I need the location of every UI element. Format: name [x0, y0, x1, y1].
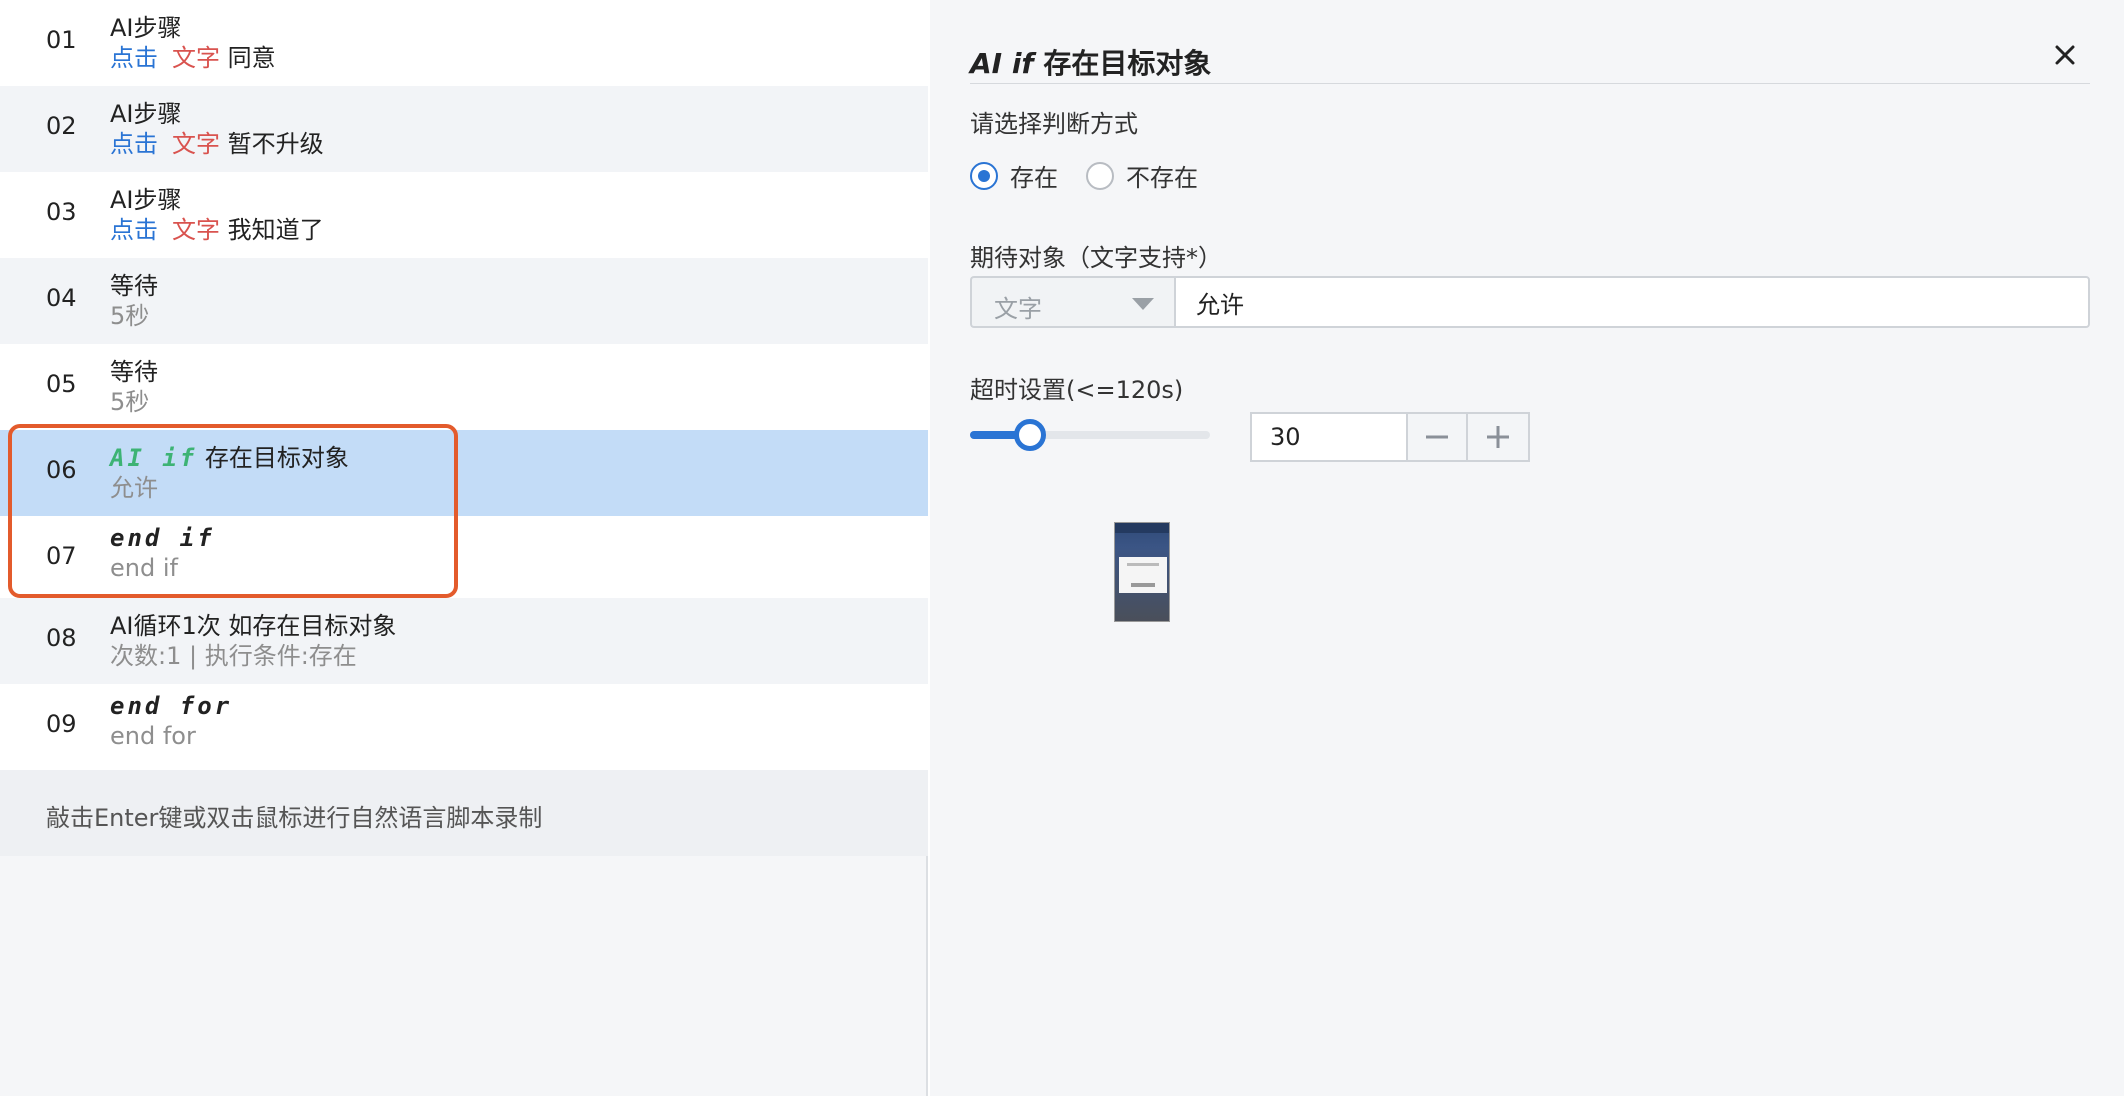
panel-title-text: 存在目标对象 [1043, 47, 1212, 80]
app-root: 01 AI步骤 点击 文字 同意 02 AI步骤 点击 文字 暂不升级 03 AI步… [0, 0, 2124, 1096]
step-detail: 点击 文字 我知道了 [110, 210, 324, 245]
step-target: 暂不升级 [227, 130, 324, 158]
step-number: 06 [46, 456, 77, 484]
record-hint-text: 敲击Enter键或双击鼠标进行自然语言脚本录制 [46, 804, 543, 832]
step-row-07[interactable]: 07 end if end if [0, 516, 928, 602]
radio-not-exists-circle [1086, 161, 1114, 190]
step-keyword: end for [110, 692, 233, 720]
step-action: 点击 [110, 44, 158, 72]
step-detail: end if [110, 554, 178, 582]
close-button[interactable] [2050, 40, 2080, 70]
step-number: 07 [46, 542, 77, 570]
step-number: 05 [46, 370, 77, 398]
expect-object-label: 期待对象（文字支持*） [970, 244, 1222, 272]
step-title-text: 存在目标对象 [204, 444, 349, 472]
step-row-09[interactable]: 09 end for end for [0, 684, 928, 770]
radio-not-exists[interactable]: 不存在 [1086, 158, 1198, 193]
step-detail: 点击 文字 暂不升级 [110, 124, 324, 159]
radio-exists[interactable]: 存在 [970, 158, 1058, 193]
step-target-type: 文字 [172, 44, 220, 72]
step-number: 02 [46, 112, 77, 140]
step-list-panel: 01 AI步骤 点击 文字 同意 02 AI步骤 点击 文字 暂不升级 03 AI步… [0, 0, 928, 1096]
properties-panel: AI if 存在目标对象 请选择判断方式 存在 不存在 期待对象（文字支持*） … [930, 0, 2124, 1096]
step-detail: end for [110, 722, 196, 750]
step-row-02[interactable]: 02 AI步骤 点击 文字 暂不升级 [0, 86, 928, 172]
target-type-value: 文字 [994, 295, 1042, 323]
thumbnail-dialog [1119, 557, 1167, 593]
step-detail: 允许 [110, 474, 158, 502]
target-type-select[interactable]: 文字 [970, 276, 1174, 328]
timeout-slider[interactable] [970, 419, 1210, 451]
thumbnail-status-bar [1115, 523, 1169, 533]
minus-icon [1426, 435, 1448, 439]
timeout-input[interactable] [1250, 412, 1406, 462]
record-hint-row[interactable]: 敲击Enter键或双击鼠标进行自然语言脚本录制 [0, 770, 928, 856]
radio-exists-label: 存在 [1010, 164, 1058, 192]
step-action: 点击 [110, 130, 158, 158]
step-row-05[interactable]: 05 等待 5秒 [0, 344, 928, 430]
step-number: 03 [46, 198, 77, 226]
step-target: 我知道了 [227, 216, 324, 244]
increment-button[interactable] [1468, 412, 1530, 462]
step-keyword: end if [110, 524, 215, 552]
radio-exists-circle [970, 161, 998, 190]
panel-title: AI if 存在目标对象 [970, 42, 1211, 82]
step-row-04[interactable]: 04 等待 5秒 [0, 258, 928, 344]
timeout-label: 超时设置(<=120s) [970, 376, 1184, 404]
step-target: 同意 [227, 44, 276, 72]
target-screenshot-thumbnail[interactable] [1114, 522, 1170, 622]
step-row-08[interactable]: 08 AI循环1次 如存在目标对象 次数:1 | 执行条件:存在 [0, 598, 928, 684]
step-target-type: 文字 [172, 216, 220, 244]
step-detail: 5秒 [110, 388, 150, 416]
step-detail: 5秒 [110, 302, 150, 330]
panel-header: AI if 存在目标对象 [970, 40, 2090, 84]
judge-mode-label: 请选择判断方式 [970, 110, 1138, 138]
step-number: 08 [46, 624, 77, 652]
step-action: 点击 [110, 216, 158, 244]
radio-not-exists-label: 不存在 [1126, 164, 1198, 192]
close-icon [2055, 45, 2075, 65]
decrement-button[interactable] [1406, 412, 1468, 462]
step-number: 04 [46, 284, 77, 312]
step-row-06[interactable]: 06 AI if 存在目标对象 允许 [0, 430, 928, 516]
step-number: 01 [46, 26, 77, 54]
expect-object-input[interactable] [1174, 276, 2090, 328]
caret-down-icon [1132, 298, 1154, 310]
step-number: 09 [46, 710, 77, 738]
step-row-03[interactable]: 03 AI步骤 点击 文字 我知道了 [0, 172, 928, 258]
step-detail: 次数:1 | 执行条件:存在 [110, 642, 357, 670]
step-detail: 点击 文字 同意 [110, 38, 276, 73]
plus-icon [1487, 426, 1509, 448]
step-target-type: 文字 [172, 130, 220, 158]
timeout-slider-handle[interactable] [1014, 419, 1046, 451]
step-row-01[interactable]: 01 AI步骤 点击 文字 同意 [0, 0, 928, 86]
panel-title-keyword: AI if [970, 47, 1034, 80]
